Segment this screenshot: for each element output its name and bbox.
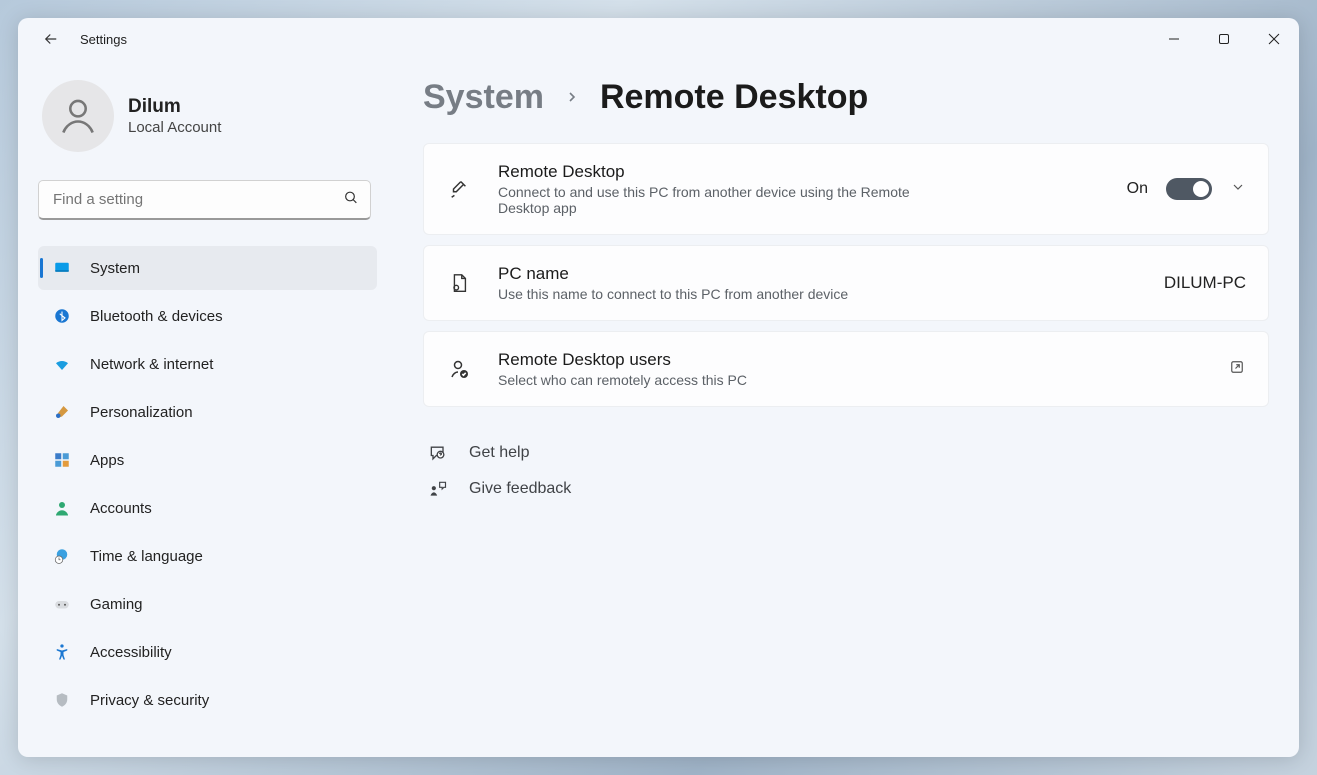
get-help-link[interactable]: Get help — [427, 443, 1269, 463]
accessibility-icon — [52, 642, 72, 662]
content-area: Dilum Local Account System — [18, 60, 1299, 757]
page-title: Remote Desktop — [600, 78, 868, 117]
card-subtitle: Use this name to connect to this PC from… — [498, 286, 1138, 302]
sidebar-item-accounts[interactable]: Accounts — [38, 486, 377, 530]
window-title: Settings — [80, 32, 127, 47]
brush-icon — [52, 402, 72, 422]
card-body: Remote Desktop Connect to and use this P… — [498, 162, 1101, 216]
search-input[interactable] — [38, 180, 371, 220]
minimize-icon — [1168, 33, 1180, 45]
card-tail: On — [1127, 178, 1246, 200]
pc-file-icon — [446, 272, 472, 294]
avatar — [42, 80, 114, 152]
gamepad-icon — [52, 594, 72, 614]
card-title: PC name — [498, 264, 1138, 284]
nav-list: System Bluetooth & devices Network & int… — [38, 246, 393, 722]
sidebar-item-system[interactable]: System — [38, 246, 377, 290]
expand-button[interactable] — [1230, 179, 1246, 200]
breadcrumb: System Remote Desktop — [423, 78, 1269, 117]
minimize-button[interactable] — [1149, 18, 1199, 60]
sidebar-item-network[interactable]: Network & internet — [38, 342, 377, 386]
chevron-down-icon — [1230, 179, 1246, 195]
card-subtitle: Connect to and use this PC from another … — [498, 184, 958, 216]
footer-link-label: Get help — [469, 444, 529, 462]
sidebar-item-label: Time & language — [90, 548, 203, 565]
user-profile[interactable]: Dilum Local Account — [38, 80, 393, 152]
card-tail: DILUM-PC — [1164, 273, 1246, 293]
back-button[interactable] — [36, 24, 66, 54]
footer-links: Get help Give feedback — [423, 443, 1269, 499]
sidebar-item-label: Gaming — [90, 596, 143, 613]
window-controls — [1149, 18, 1299, 60]
person-green-icon — [52, 498, 72, 518]
sidebar-item-accessibility[interactable]: Accessibility — [38, 630, 377, 674]
sidebar-item-gaming[interactable]: Gaming — [38, 582, 377, 626]
sidebar-item-bluetooth[interactable]: Bluetooth & devices — [38, 294, 377, 338]
card-title: Remote Desktop users — [498, 350, 1202, 370]
remote-desktop-toggle[interactable] — [1166, 178, 1212, 200]
open-link-button[interactable] — [1228, 358, 1246, 381]
wifi-icon — [52, 354, 72, 374]
footer-link-label: Give feedback — [469, 480, 571, 498]
user-account-type: Local Account — [128, 119, 221, 136]
card-pc-name[interactable]: PC name Use this name to connect to this… — [423, 245, 1269, 321]
feedback-icon — [427, 479, 449, 499]
sidebar-item-time[interactable]: Time & language — [38, 534, 377, 578]
sidebar-item-label: Personalization — [90, 404, 193, 421]
main-panel: System Remote Desktop Remote Desktop Con… — [393, 60, 1299, 757]
maximize-button[interactable] — [1199, 18, 1249, 60]
sidebar-item-label: Bluetooth & devices — [90, 308, 223, 325]
apps-icon — [52, 450, 72, 470]
sidebar-item-label: Privacy & security — [90, 692, 209, 709]
card-tail — [1228, 358, 1246, 381]
arrow-left-icon — [42, 30, 60, 48]
close-icon — [1268, 33, 1280, 45]
settings-window: Settings Dilum Local Account — [18, 18, 1299, 757]
chevron-right-icon — [564, 85, 580, 111]
sidebar-item-apps[interactable]: Apps — [38, 438, 377, 482]
sidebar-item-privacy[interactable]: Privacy & security — [38, 678, 377, 722]
breadcrumb-root[interactable]: System — [423, 78, 544, 117]
shield-icon — [52, 690, 72, 710]
give-feedback-link[interactable]: Give feedback — [427, 479, 1269, 499]
search-icon[interactable] — [343, 190, 359, 211]
titlebar: Settings — [18, 18, 1299, 60]
card-body: Remote Desktop users Select who can remo… — [498, 350, 1202, 388]
sidebar-item-personalization[interactable]: Personalization — [38, 390, 377, 434]
sidebar-item-label: Accessibility — [90, 644, 172, 661]
card-subtitle: Select who can remotely access this PC — [498, 372, 1202, 388]
globe-clock-icon — [52, 546, 72, 566]
sidebar: Dilum Local Account System — [18, 60, 393, 757]
sidebar-item-label: Accounts — [90, 500, 152, 517]
sidebar-item-label: System — [90, 260, 140, 277]
user-check-icon — [446, 357, 472, 381]
user-name: Dilum — [128, 96, 221, 118]
search-box — [38, 180, 371, 220]
help-icon — [427, 443, 449, 463]
card-title: Remote Desktop — [498, 162, 1101, 182]
pc-name-value: DILUM-PC — [1164, 273, 1246, 293]
open-external-icon — [1228, 358, 1246, 376]
card-remote-users[interactable]: Remote Desktop users Select who can remo… — [423, 331, 1269, 407]
close-button[interactable] — [1249, 18, 1299, 60]
card-remote-desktop[interactable]: Remote Desktop Connect to and use this P… — [423, 143, 1269, 235]
maximize-icon — [1218, 33, 1230, 45]
sidebar-item-label: Apps — [90, 452, 124, 469]
remote-desktop-icon — [446, 178, 472, 200]
toggle-state-label: On — [1127, 180, 1148, 198]
person-icon — [56, 94, 100, 138]
bluetooth-icon — [52, 306, 72, 326]
card-body: PC name Use this name to connect to this… — [498, 264, 1138, 302]
monitor-icon — [52, 258, 72, 278]
sidebar-item-label: Network & internet — [90, 356, 213, 373]
